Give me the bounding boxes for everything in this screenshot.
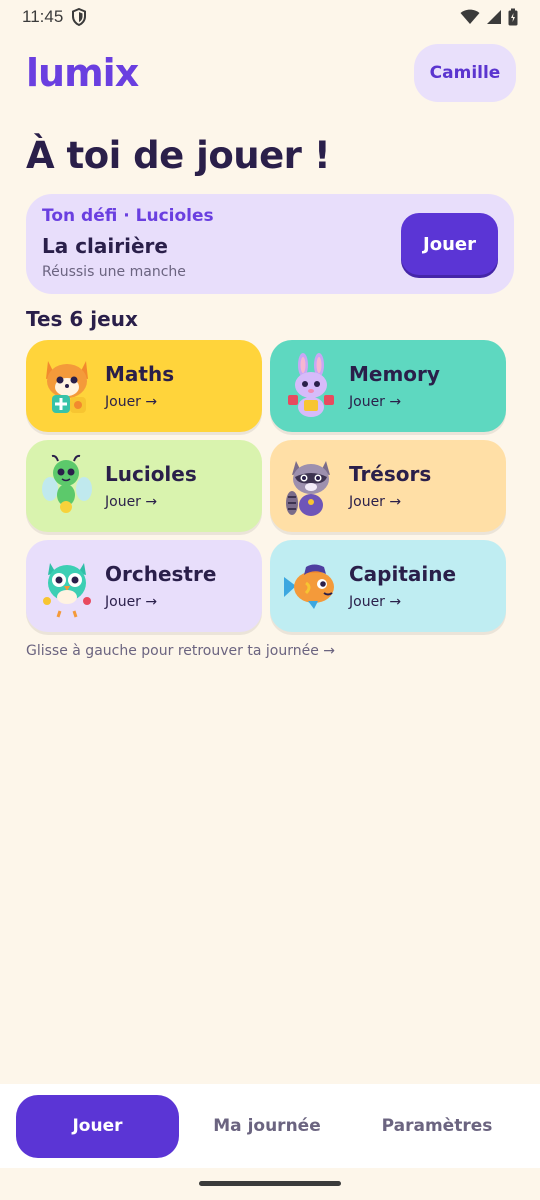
wifi-icon xyxy=(460,9,480,24)
game-play-link[interactable]: Jouer → xyxy=(349,394,440,410)
game-name: Orchestre xyxy=(105,562,217,586)
game-play-link[interactable]: Jouer → xyxy=(105,494,197,510)
game-name: Trésors xyxy=(349,462,432,486)
fish-mascot-icon xyxy=(284,564,334,609)
games-grid: Maths Jouer → Memory Jouer → Lucioles Jo… xyxy=(26,340,506,632)
nav-tab-play[interactable]: Jouer xyxy=(16,1094,179,1158)
nav-tab-journal[interactable]: Ma journée xyxy=(179,1095,355,1158)
status-bar: 11:45 xyxy=(0,0,540,34)
app-logo: lumix xyxy=(26,51,139,95)
battery-icon xyxy=(508,8,518,26)
daily-challenge-card[interactable]: Ton défi · Lucioles La clairière Réussis… xyxy=(26,194,514,294)
game-name: Memory xyxy=(349,362,440,386)
game-card-orchestre[interactable]: Orchestre Jouer → xyxy=(26,540,262,632)
game-play-link[interactable]: Jouer → xyxy=(349,494,431,510)
page-title: À toi de jouer ! xyxy=(26,134,331,177)
game-card-tresors[interactable]: Trésors Jouer → xyxy=(270,440,506,532)
game-play-link[interactable]: Jouer → xyxy=(105,394,174,410)
bunny-mascot-icon xyxy=(288,353,334,417)
game-play-link[interactable]: Jouer → xyxy=(105,594,216,610)
shield-icon xyxy=(72,8,87,26)
games-section-title: Tes 6 jeux xyxy=(26,307,138,331)
swipe-hint: Glisse à gauche pour retrouver ta journé… xyxy=(26,643,335,659)
profile-button[interactable]: Camille xyxy=(414,44,516,102)
nav-tab-settings[interactable]: Paramètres xyxy=(355,1095,519,1158)
signal-icon xyxy=(487,10,501,24)
bottom-navigation: Jouer Ma journée Paramètres xyxy=(0,1084,540,1168)
owl-mascot-icon xyxy=(43,563,91,618)
home-indicator[interactable] xyxy=(199,1181,341,1186)
game-name: Lucioles xyxy=(105,462,197,486)
status-time: 11:45 xyxy=(22,7,64,26)
game-card-maths[interactable]: Maths Jouer → xyxy=(26,340,262,432)
game-name: Maths xyxy=(105,362,175,386)
raccoon-mascot-icon xyxy=(286,461,330,516)
challenge-play-button[interactable]: Jouer xyxy=(401,213,498,275)
fox-mascot-icon xyxy=(46,361,88,413)
game-play-link[interactable]: Jouer → xyxy=(349,594,456,610)
game-card-capitaine[interactable]: Capitaine Jouer → xyxy=(270,540,506,632)
app-header: lumix Camille xyxy=(26,44,516,102)
game-name: Capitaine xyxy=(349,562,457,586)
firefly-mascot-icon xyxy=(42,454,92,513)
game-card-lucioles[interactable]: Lucioles Jouer → xyxy=(26,440,262,532)
game-card-memory[interactable]: Memory Jouer → xyxy=(270,340,506,432)
